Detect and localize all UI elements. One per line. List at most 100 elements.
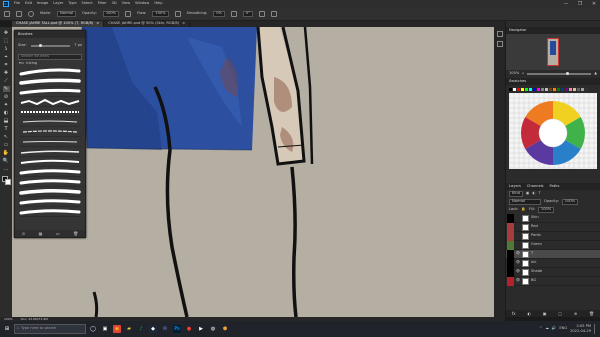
add-mask-icon[interactable]: ▣ [543,311,547,316]
menu-view[interactable]: View [122,2,131,6]
color-swatch[interactable] [525,87,528,91]
airbrush-icon[interactable] [174,11,181,17]
taskbar-app-icon[interactable]: ⬢ [221,325,229,333]
brush-preset[interactable] [19,167,81,177]
gradient-tool-icon[interactable]: ⬓ [3,118,10,124]
layer-visibility-eye-icon[interactable] [516,234,520,238]
brush-preset[interactable] [19,187,81,197]
taskbar-app-icon[interactable]: ◆ [149,325,157,333]
brush-size-slider[interactable] [30,44,71,48]
rectangle-tool-icon[interactable]: ▭ [3,142,10,148]
taskbar-app-icon[interactable]: ◉ [113,325,121,333]
color-swatch[interactable] [561,87,564,91]
taskbar-app-icon[interactable]: ◍ [209,325,217,333]
taskbar-search-input[interactable]: ⌕ Type here to search [14,324,86,334]
history-brush-tool-icon[interactable]: ✦ [3,102,10,108]
filter-image-icon[interactable]: ▣ [526,192,529,196]
tab-paths[interactable]: Paths [550,184,560,189]
zoom-tool-icon[interactable]: 🔍 [3,158,10,164]
color-swatch[interactable] [517,87,520,91]
type-tool-icon[interactable]: T [3,126,10,132]
lasso-tool-icon[interactable]: ʖ [3,46,10,52]
layer-visibility-eye-icon[interactable]: 👁 [516,261,520,265]
menu-filter[interactable]: Filter [98,2,107,6]
background-color-swatch[interactable] [4,179,11,185]
layer-row[interactable]: 👁 Shade [506,267,600,277]
show-desktop-button[interactable] [594,324,597,334]
flow-field[interactable]: 100% [152,11,169,17]
filter-type-icon[interactable]: T [538,192,540,196]
eraser-tool-icon[interactable]: ◐ [3,110,10,116]
tab-channels[interactable]: Channels [527,184,544,189]
minimize-icon[interactable]: — [560,0,572,8]
brush-tool-icon[interactable] [16,11,22,17]
layer-row[interactable]: Pants [506,231,600,241]
filter-adjust-icon[interactable]: ◐ [532,192,535,196]
zoom-knob[interactable] [565,72,569,76]
color-swatch[interactable] [529,87,532,91]
eyedropper-tool-icon[interactable]: ✚ [3,70,10,76]
properties-panel-icon[interactable] [496,41,503,47]
taskbar-app-icon[interactable]: ▶ [197,325,205,333]
brush-preset[interactable] [19,97,81,107]
close-window-icon[interactable]: ✕ [588,0,600,8]
adjustment-layer-icon[interactable]: ◐ [527,311,531,316]
move-tool-icon[interactable]: ✥ [3,30,10,36]
new-layer-icon[interactable]: ⊕ [574,311,577,316]
taskbar-app-icon[interactable]: ♪ [137,325,145,333]
color-swatches[interactable] [1,176,11,185]
home-icon[interactable] [4,11,10,17]
layer-row[interactable]: Red [506,222,600,232]
color-swatch[interactable] [509,87,512,91]
layer-row[interactable]: Skin [506,213,600,223]
color-swatch[interactable] [533,87,536,91]
menu-type[interactable]: Type [68,2,76,6]
new-group-icon[interactable]: ▭ [56,231,60,236]
history-panel-icon[interactable] [496,31,503,37]
zoom-out-icon[interactable]: ▵ [522,72,524,76]
mode-select[interactable]: Normal [57,11,77,17]
opacity-field[interactable]: 100% [102,11,120,17]
color-swatch[interactable] [557,87,560,91]
hand-tool-icon[interactable]: ✋ [3,150,10,156]
taskbar-app-icon[interactable]: ◯ [89,325,97,333]
blend-mode-select[interactable]: Normal [509,199,541,205]
layer-fx-icon[interactable]: fx [512,311,516,316]
taskbar-app-icon[interactable]: Ps [173,325,181,333]
brush-settings-icon[interactable]: ▦ [39,231,43,236]
pressure-size-icon[interactable] [259,11,266,17]
color-swatch[interactable] [573,87,576,91]
swatches-header[interactable]: Swatches [506,78,600,85]
layer-visibility-eye-icon[interactable] [516,216,520,220]
pressure-opacity-icon[interactable] [125,11,132,17]
menu-layer[interactable]: Layer [53,2,63,6]
layer-visibility-eye-icon[interactable]: 👁 [516,279,520,283]
brushes-panel-header[interactable]: Brushes [15,31,85,38]
layer-opacity-field[interactable]: 100% [561,199,579,205]
brush-search-input[interactable]: Search Brushes [18,54,82,60]
volume-icon[interactable]: 🔊 [552,327,556,331]
color-swatch[interactable] [545,87,548,91]
navigator-zoom-slider[interactable] [527,72,592,76]
brush-preset[interactable] [19,77,81,87]
taskbar-app-icon[interactable]: ▰ [125,325,133,333]
new-group-icon[interactable]: ▢ [558,311,562,316]
brush-preset[interactable] [19,177,81,187]
layer-row[interactable]: 👁 Ink [506,258,600,268]
marquee-tool-icon[interactable]: ⬚ [3,38,10,44]
quick-select-tool-icon[interactable]: ⌖ [3,54,10,60]
menu-edit[interactable]: Edit [25,2,32,6]
path-selection-tool-icon[interactable]: ↖ [3,134,10,140]
taskbar-clock[interactable]: 2:05 PM 2022-04-29 [570,324,591,333]
navigator-preview[interactable] [506,34,600,70]
angle-field[interactable]: 0° [242,11,254,17]
color-swatch[interactable] [565,87,568,91]
color-swatch[interactable] [521,87,524,91]
menu-file[interactable]: File [14,2,20,6]
color-swatch[interactable] [585,87,588,91]
layer-visibility-eye-icon[interactable] [516,225,520,229]
onedrive-icon[interactable]: ☁ [545,327,549,331]
brush-preset[interactable] [19,117,81,127]
brush-preset[interactable] [19,137,81,147]
tray-overflow-icon[interactable]: ^ [539,327,542,331]
